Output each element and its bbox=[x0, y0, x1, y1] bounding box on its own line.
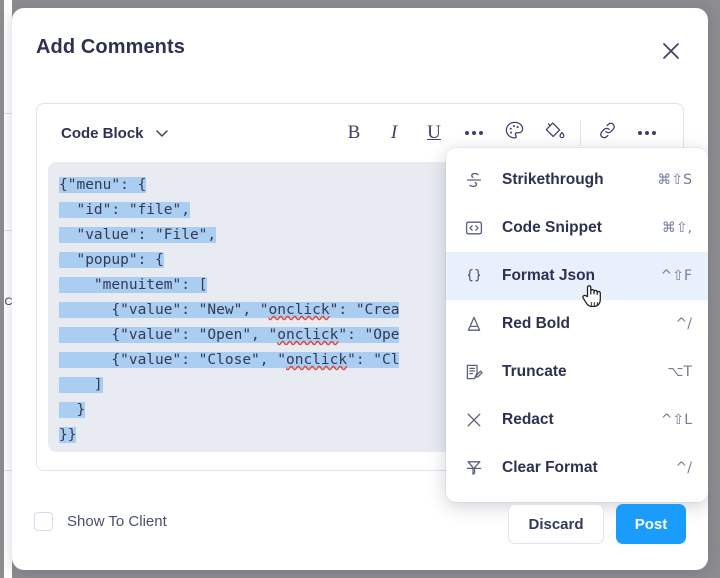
menu-item-shortcut: ⌘⇧, bbox=[661, 220, 692, 236]
page-title: Add Comments bbox=[36, 36, 185, 58]
post-button[interactable]: Post bbox=[616, 504, 686, 544]
clear-format-icon bbox=[464, 458, 490, 478]
menu-item-label: Format Json bbox=[502, 267, 596, 284]
menu-item-format-json[interactable]: Format Json ^⇧F bbox=[446, 252, 708, 300]
strikethrough-icon bbox=[464, 170, 490, 190]
show-to-client-checkbox[interactable] bbox=[34, 512, 53, 531]
italic-button[interactable]: I bbox=[374, 113, 414, 153]
toolbar-color-group bbox=[494, 113, 683, 153]
ellipsis-icon bbox=[465, 131, 483, 135]
menu-item-label: Redact bbox=[502, 411, 554, 428]
letter-a-icon bbox=[464, 314, 490, 334]
menu-item-shortcut: ^/ bbox=[675, 316, 692, 332]
show-to-client-toggle[interactable]: Show To Client bbox=[34, 512, 167, 531]
page-backdrop bbox=[0, 0, 4, 578]
text-color-button[interactable] bbox=[494, 113, 534, 153]
more-formatting-button[interactable] bbox=[454, 113, 494, 153]
menu-item-label: Truncate bbox=[502, 363, 567, 380]
menu-item-label: Strikethrough bbox=[502, 171, 604, 188]
paint-bucket-icon bbox=[544, 120, 565, 146]
code-content[interactable]: {"menu": { "id": "file", "value": "File"… bbox=[59, 173, 400, 448]
palette-icon bbox=[504, 120, 525, 146]
code-snippet-icon bbox=[464, 218, 490, 238]
menu-item-truncate[interactable]: Truncate ⌥T bbox=[446, 348, 708, 396]
insert-link-button[interactable] bbox=[587, 113, 627, 153]
chevron-down-icon bbox=[154, 125, 170, 141]
menu-item-redact[interactable]: Redact ^⇧L bbox=[446, 396, 708, 444]
menu-item-red-bold[interactable]: Red Bold ^/ bbox=[446, 300, 708, 348]
bold-button[interactable]: B bbox=[334, 113, 374, 153]
ellipsis-icon bbox=[638, 131, 656, 135]
menu-item-strikethrough[interactable]: Strikethrough ⌘⇧S bbox=[446, 156, 708, 204]
menu-item-label: Clear Format bbox=[502, 459, 598, 476]
link-icon bbox=[597, 120, 618, 146]
block-style-select[interactable]: Code Block bbox=[61, 125, 170, 142]
footer-actions: Discard Post bbox=[508, 504, 686, 544]
menu-item-shortcut: ⌥T bbox=[667, 364, 692, 380]
dialog-footer: Show To Client Discard Post bbox=[12, 486, 708, 570]
formatting-options-menu: Strikethrough ⌘⇧S Code Snippet ⌘⇧, Forma… bbox=[446, 148, 708, 502]
discard-button[interactable]: Discard bbox=[508, 504, 604, 544]
menu-item-shortcut: ⌘⇧S bbox=[657, 172, 692, 188]
dialog-header: Add Comments bbox=[12, 8, 708, 94]
menu-item-code-snippet[interactable]: Code Snippet ⌘⇧, bbox=[446, 204, 708, 252]
toolbar-divider bbox=[580, 120, 581, 146]
block-style-label: Code Block bbox=[61, 124, 144, 142]
cross-icon bbox=[464, 410, 490, 430]
more-options-button[interactable] bbox=[627, 113, 667, 153]
add-comments-dialog: Add Comments Code Block B I U {"menu": {… bbox=[12, 8, 708, 570]
menu-item-label: Red Bold bbox=[502, 315, 571, 332]
menu-item-shortcut: ^⇧L bbox=[660, 412, 692, 428]
truncate-icon bbox=[464, 362, 490, 382]
underline-button[interactable]: U bbox=[414, 113, 454, 153]
close-icon[interactable] bbox=[656, 36, 686, 66]
menu-item-shortcut: ^⇧F bbox=[660, 268, 692, 284]
menu-item-clear-format[interactable]: Clear Format ^/ bbox=[446, 444, 708, 492]
highlight-color-button[interactable] bbox=[534, 113, 574, 153]
show-to-client-label: Show To Client bbox=[67, 513, 167, 530]
toolbar-format-group: B I U bbox=[334, 113, 494, 153]
curly-braces-icon bbox=[464, 266, 490, 286]
menu-item-shortcut: ^/ bbox=[675, 460, 692, 476]
menu-item-label: Code Snippet bbox=[502, 219, 602, 236]
